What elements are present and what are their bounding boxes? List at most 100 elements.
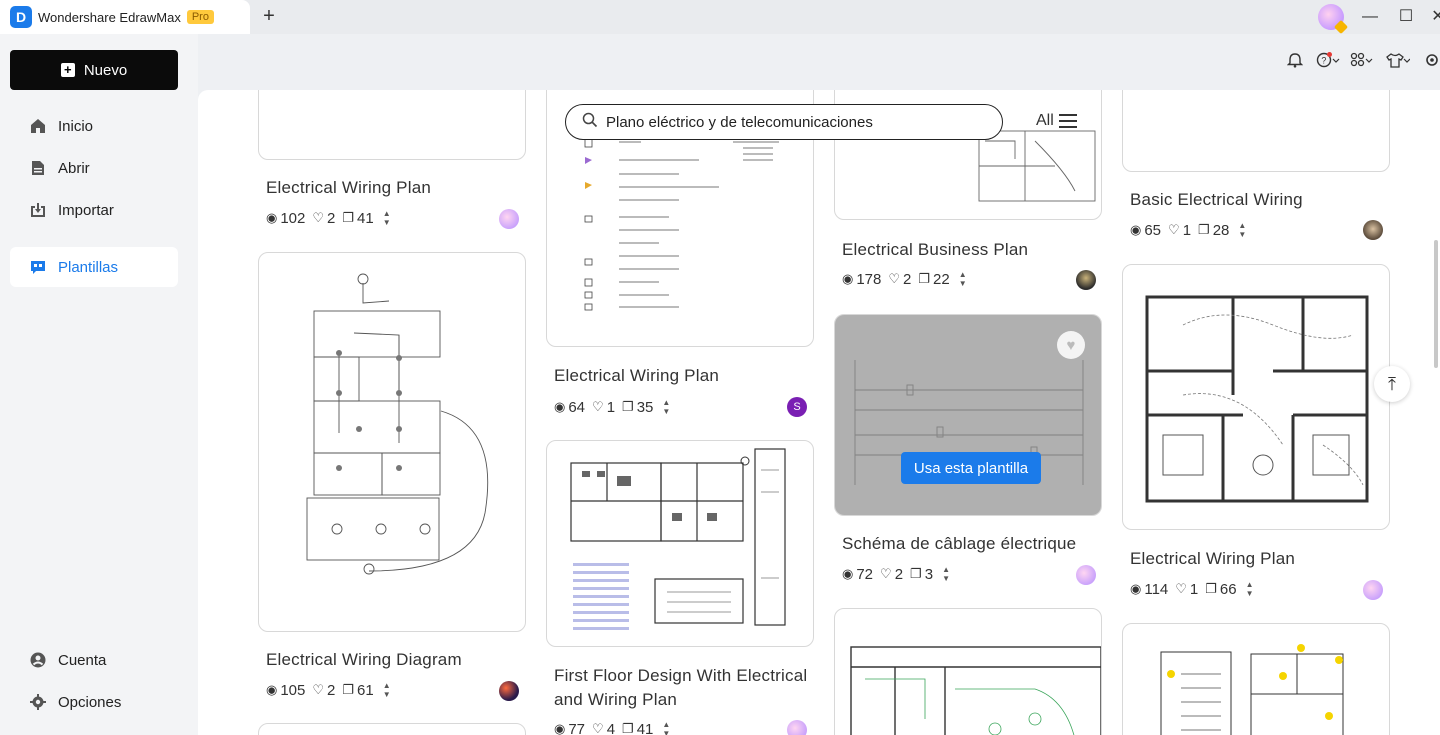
template-title[interactable]: Schéma de câblage électrique xyxy=(842,534,1076,554)
author-avatar[interactable] xyxy=(1076,270,1096,290)
template-thumbnail-hovered[interactable]: ♥ Usa esta plantilla xyxy=(834,314,1102,516)
copies-count: 61 xyxy=(357,681,374,699)
template-title-line2[interactable]: and Wiring Plan xyxy=(554,690,677,710)
likes-count: 1 xyxy=(1189,580,1199,598)
author-avatar[interactable] xyxy=(1363,220,1383,240)
template-title[interactable]: Basic Electrical Wiring xyxy=(1130,190,1303,210)
new-tab-button[interactable]: + xyxy=(258,5,280,27)
template-title[interactable]: Electrical Wiring Diagram xyxy=(266,650,462,670)
help-icon[interactable]: ? xyxy=(1316,52,1340,72)
copies-count: 66 xyxy=(1219,580,1237,598)
views-count: 64 xyxy=(568,398,586,416)
heart-icon: ♡ xyxy=(888,271,901,286)
template-title[interactable]: Electrical Wiring Plan xyxy=(266,178,431,198)
template-stats: ◉ 72 ♡ 2 ❐ 3 ▲ ▼ xyxy=(842,565,952,583)
author-avatar[interactable] xyxy=(787,720,807,735)
eye-icon: ◉ xyxy=(554,399,566,414)
template-thumbnail[interactable] xyxy=(258,252,526,632)
stepper-icon[interactable]: ▲ ▼ xyxy=(1244,580,1256,598)
copy-icon: ❐ xyxy=(342,682,355,697)
stepper-icon[interactable]: ▲ ▼ xyxy=(381,209,393,227)
copy-icon: ❐ xyxy=(918,271,931,286)
template-stats: ◉ 65 ♡ 1 ❐ 28 ▲ ▼ xyxy=(1130,221,1248,239)
views-count: 114 xyxy=(1144,580,1169,598)
eye-icon: ◉ xyxy=(1130,222,1142,237)
heart-icon: ♡ xyxy=(1175,581,1187,596)
maximize-button[interactable]: ☐ xyxy=(1396,7,1416,27)
sidebar-item-cuenta[interactable]: Cuenta xyxy=(10,640,178,680)
menu-icon xyxy=(1058,114,1077,128)
copy-icon: ❐ xyxy=(1205,581,1217,596)
file-icon xyxy=(30,160,46,176)
user-avatar[interactable] xyxy=(1318,4,1344,30)
filter-menu[interactable]: All xyxy=(1036,112,1077,130)
bell-icon[interactable] xyxy=(1283,52,1307,72)
sidebar-item-label: Importar xyxy=(58,201,114,219)
eye-icon: ◉ xyxy=(842,566,854,581)
template-title[interactable]: Electrical Wiring Plan xyxy=(1130,549,1295,569)
template-stats: ◉ 102 ♡ 2 ❐ 41 ▲ ▼ xyxy=(266,209,393,227)
favorite-heart-icon[interactable]: ♥ xyxy=(1057,331,1085,359)
template-title[interactable]: First Floor Design With Electrical xyxy=(554,666,807,686)
stepper-icon[interactable]: ▲ ▼ xyxy=(940,565,952,583)
stepper-icon[interactable]: ▲ ▼ xyxy=(660,720,672,735)
copy-icon: ❐ xyxy=(622,721,634,735)
search-box[interactable] xyxy=(565,104,1003,140)
views-count: 105 xyxy=(280,681,306,699)
likes-count: 1 xyxy=(1182,221,1192,239)
author-avatar[interactable] xyxy=(1076,565,1096,585)
home-icon xyxy=(30,118,46,134)
shirt-icon[interactable] xyxy=(1386,52,1411,72)
scrollbar[interactable] xyxy=(1434,240,1438,368)
eye-icon: ◉ xyxy=(1130,581,1142,596)
template-stats: ◉ 114 ♡ 1 ❐ 66 ▲ ▼ xyxy=(1130,580,1256,598)
author-avatar[interactable] xyxy=(499,681,519,701)
search-input[interactable] xyxy=(606,113,986,131)
office-plan-preview xyxy=(850,646,1101,735)
copies-count: 35 xyxy=(636,398,654,416)
heart-icon: ♡ xyxy=(880,566,892,581)
sidebar-item-opciones[interactable]: Opciones xyxy=(10,682,178,722)
stepper-icon[interactable]: ▲ ▼ xyxy=(381,681,393,699)
scroll-to-top-icon[interactable]: ⤒ xyxy=(1374,366,1410,402)
settings-gear-icon[interactable] xyxy=(1424,52,1440,72)
copies-count: 3 xyxy=(924,565,934,583)
sidebar-item-importar[interactable]: Importar xyxy=(10,190,178,230)
sidebar-item-label: Cuenta xyxy=(58,651,107,669)
sidebar-item-plantillas[interactable]: Plantillas xyxy=(10,247,178,287)
likes-count: 1 xyxy=(606,398,616,416)
stepper-icon[interactable]: ▲ ▼ xyxy=(957,270,969,288)
template-thumbnail[interactable] xyxy=(258,90,526,160)
stepper-icon[interactable]: ▲ ▼ xyxy=(660,398,672,416)
plus-icon: + xyxy=(60,63,75,77)
views-count: 65 xyxy=(1144,221,1162,239)
sidebar-item-inicio[interactable]: Inicio xyxy=(10,106,178,146)
copies-count: 22 xyxy=(933,270,950,288)
template-thumbnail[interactable] xyxy=(546,440,814,647)
author-avatar[interactable] xyxy=(499,209,519,229)
template-thumbnail[interactable] xyxy=(834,608,1102,735)
sidebar-item-abrir[interactable]: Abrir xyxy=(10,148,178,188)
new-button[interactable]: + Nuevo xyxy=(10,50,178,90)
template-stats: ◉ 77 ♡ 4 ❐ 41 ▲ ▼ xyxy=(554,720,672,735)
wiring-diagram-preview xyxy=(306,273,489,575)
minimize-button[interactable]: — xyxy=(1360,7,1380,27)
close-button[interactable]: ✕ xyxy=(1428,7,1440,27)
author-avatar[interactable]: S xyxy=(787,397,807,417)
app-tab[interactable]: D Wondershare EdrawMax Pro xyxy=(0,0,250,34)
template-thumbnail[interactable] xyxy=(1122,264,1390,530)
template-title[interactable]: Electrical Wiring Plan xyxy=(554,366,719,386)
house-plan-preview xyxy=(1145,295,1369,503)
template-thumbnail[interactable] xyxy=(1122,90,1390,172)
stepper-icon[interactable]: ▲ ▼ xyxy=(1236,221,1248,239)
template-title[interactable]: Electrical Business Plan xyxy=(842,240,1028,260)
copy-icon: ❐ xyxy=(1198,222,1210,237)
copy-icon: ❐ xyxy=(622,399,634,414)
template-thumbnail[interactable] xyxy=(258,723,526,735)
template-thumbnail[interactable] xyxy=(1122,623,1390,735)
heart-icon: ♡ xyxy=(592,399,604,414)
heart-icon: ♡ xyxy=(312,682,325,697)
apps-grid-icon[interactable] xyxy=(1350,52,1374,72)
use-template-button[interactable]: Usa esta plantilla xyxy=(901,452,1041,484)
author-avatar[interactable] xyxy=(1363,580,1383,600)
